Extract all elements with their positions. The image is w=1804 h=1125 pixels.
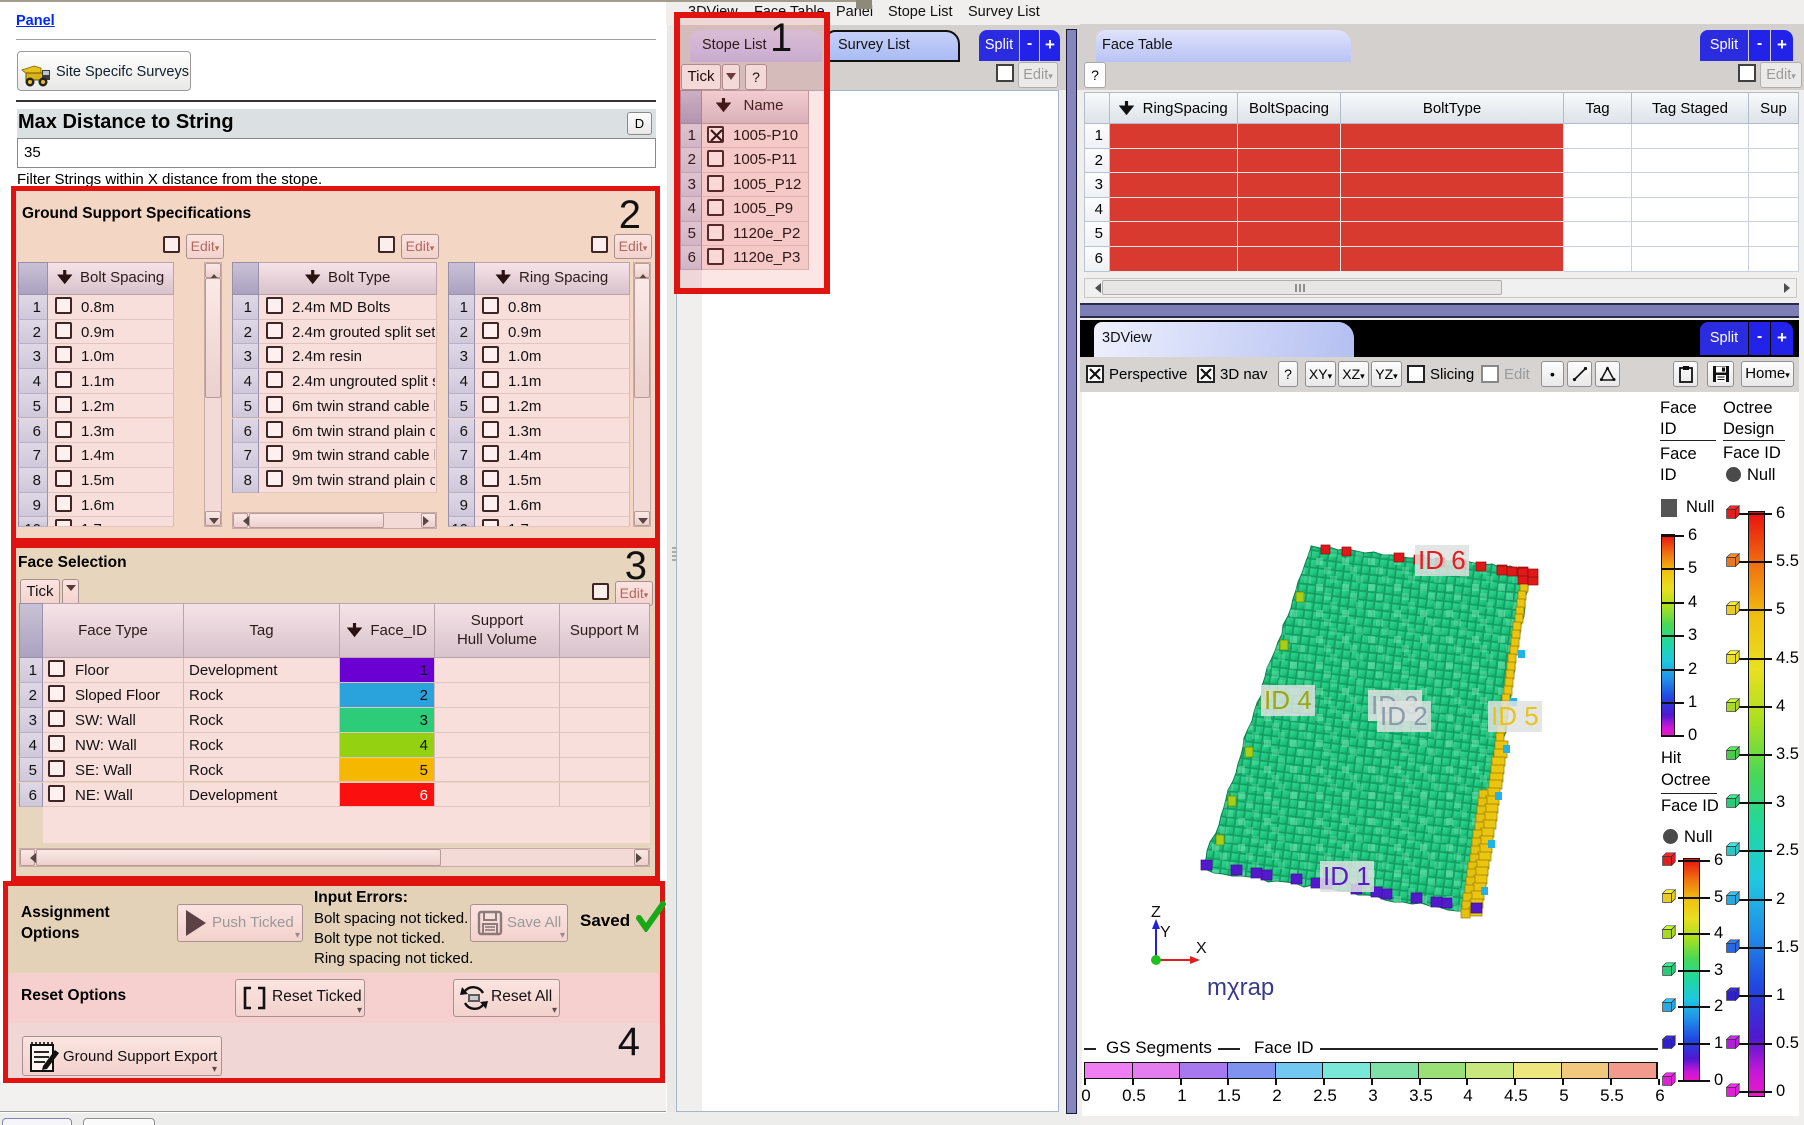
svg-text:Y: Y (1160, 924, 1171, 941)
svg-text:Z: Z (1151, 905, 1161, 921)
svg-text:X: X (1196, 940, 1207, 957)
